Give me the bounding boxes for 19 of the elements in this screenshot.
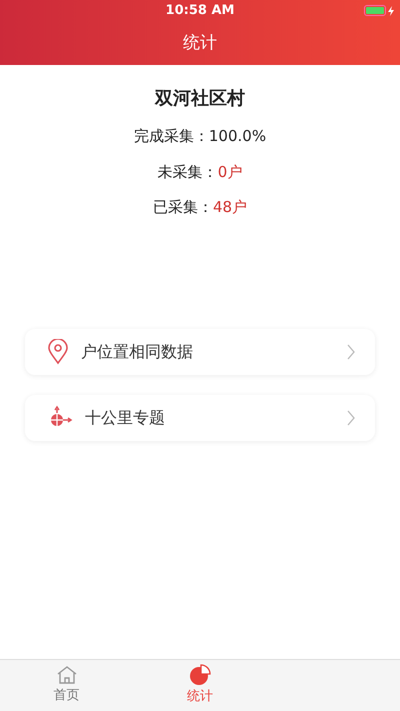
stat-label: 已采集： — [152, 197, 213, 218]
battery-icon — [364, 5, 394, 16]
menu-item[interactable]: 十公里专题 — [25, 394, 375, 440]
menu-item[interactable]: 户位置相同数据 — [25, 328, 375, 374]
tab[interactable]: 首页 — [0, 660, 134, 711]
status-time: 10:58 AM — [166, 2, 234, 20]
chevron-right-icon — [347, 410, 355, 426]
pie-chart-icon — [188, 664, 211, 686]
stat-label: 未采集： — [158, 162, 218, 182]
location-pin-icon — [47, 338, 69, 364]
stat-value: 0户 — [218, 162, 242, 182]
home-icon — [56, 665, 78, 686]
chevron-right-icon — [347, 344, 355, 360]
tab[interactable]: 统计 — [133, 660, 267, 711]
stat-value: 100.0% — [208, 126, 266, 147]
stat-label: 完成采集： — [134, 126, 209, 147]
village-name: 双河社区村 — [155, 87, 245, 111]
page-title: 统计 — [183, 32, 217, 55]
stat-value: 48户 — [212, 197, 248, 218]
